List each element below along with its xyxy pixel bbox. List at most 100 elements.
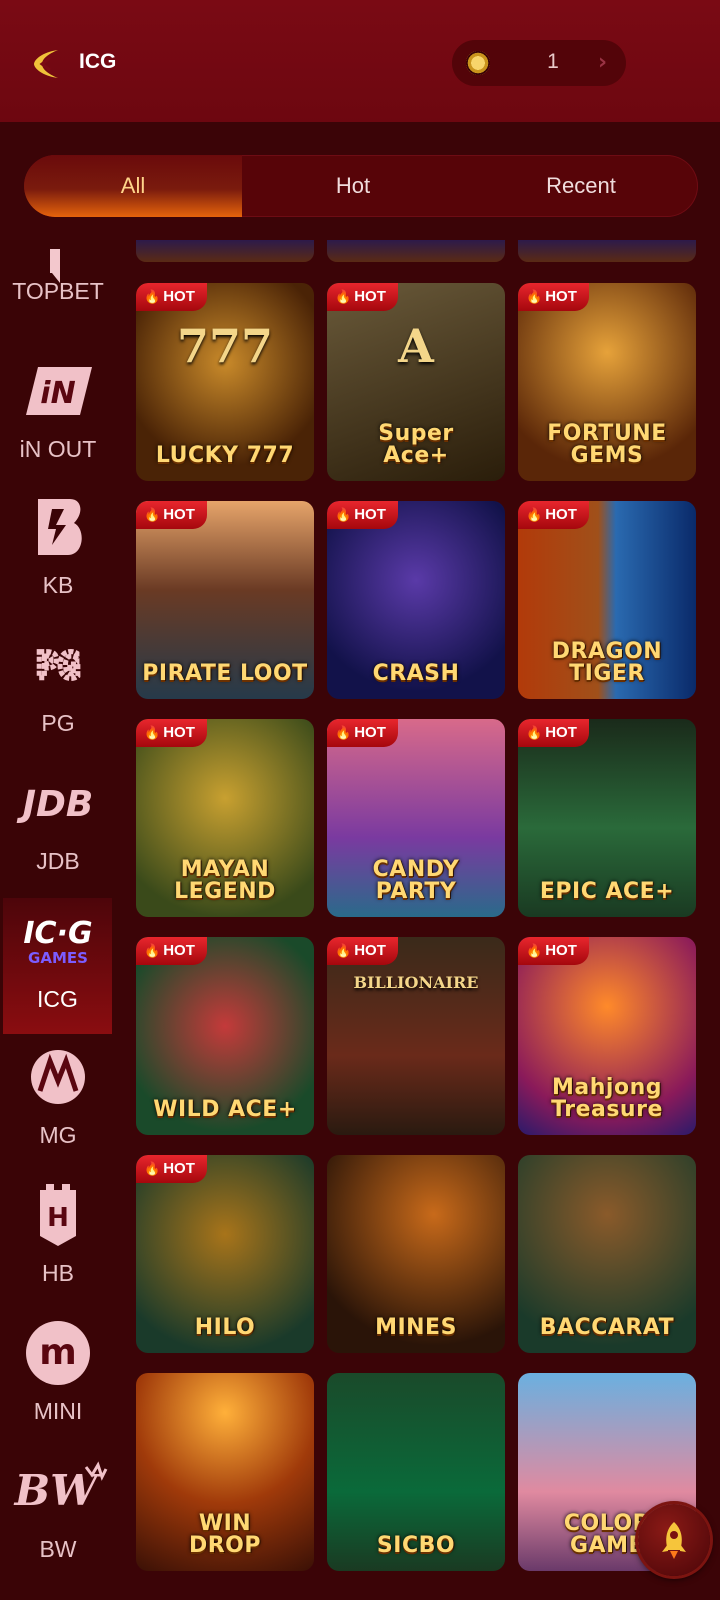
kb-logo-icon	[0, 490, 116, 564]
hot-badge: 🔥 HOT	[136, 1155, 207, 1183]
provider-label: ICG	[37, 986, 78, 1012]
game-title: MAYAN LEGEND	[174, 857, 276, 904]
back-arrow-icon	[34, 50, 58, 78]
hot-label: HOT	[545, 506, 577, 523]
jdb-logo-icon: JDB	[0, 766, 116, 840]
game-card[interactable]: EPIC ACE+ 🔥 HOT	[518, 719, 696, 917]
flame-icon: 🔥	[335, 943, 352, 958]
svg-text:JDB: JDB	[17, 784, 94, 825]
game-card-partial[interactable]	[518, 240, 696, 262]
provider-bw[interactable]: BW BW	[0, 1448, 116, 1584]
game-title: FORTUNE GEMS	[547, 421, 667, 468]
svg-text:PG: PG	[36, 646, 79, 687]
flame-icon: 🔥	[144, 289, 161, 304]
game-card-partial[interactable]	[136, 240, 314, 262]
svg-text:GAMES: GAMES	[28, 949, 88, 967]
flame-icon: 🔥	[526, 289, 543, 304]
provider-inout[interactable]: iN iN OUT	[0, 348, 116, 484]
provider-label: KB	[42, 572, 74, 598]
top-bar: ICG 1 ›	[0, 0, 720, 122]
flame-icon: 🔥	[526, 943, 543, 958]
game-card[interactable]: CRASH 🔥 HOT	[327, 501, 505, 699]
game-title: WIN DROP	[188, 1511, 262, 1558]
rocket-icon	[662, 1522, 686, 1559]
game-card[interactable]: Mahjong Treasure 🔥 HOT	[518, 937, 696, 1135]
coin-icon	[466, 51, 490, 75]
provider-mg[interactable]: MG	[0, 1034, 116, 1170]
provider-mini[interactable]: m MINI	[0, 1310, 116, 1446]
game-card[interactable]: DRAGON TIGER 🔥 HOT	[518, 501, 696, 699]
icg-logo-icon: IC·G GAMES	[3, 904, 112, 978]
svg-text:IC·G: IC·G	[23, 916, 92, 951]
game-card[interactable]: MAYAN LEGEND 🔥 HOT	[136, 719, 314, 917]
provider-label: BW	[39, 1536, 77, 1562]
category-tabs: All Hot Recent	[24, 155, 698, 217]
game-thumbnail	[327, 937, 505, 1135]
game-card[interactable]: WILD ACE+ 🔥 HOT	[136, 937, 314, 1135]
provider-label: HB	[42, 1260, 74, 1286]
game-card[interactable]: BACCARAT	[518, 1155, 696, 1353]
provider-jdb[interactable]: JDB JDB	[0, 760, 116, 896]
game-title: CRASH	[372, 661, 460, 686]
flame-icon: 🔥	[144, 1161, 161, 1176]
game-card[interactable]: FORTUNE GEMS 🔥 HOT	[518, 283, 696, 481]
page-title: ICG	[79, 50, 117, 73]
hot-label: HOT	[354, 288, 386, 305]
provider-kb[interactable]: KB	[0, 484, 116, 620]
provider-sidebar: TOPBET iN iN OUT KB PG PG JDB JDB IC·G G…	[0, 240, 120, 1600]
game-title: BACCARAT	[539, 1315, 675, 1340]
tab-all[interactable]: All	[24, 155, 242, 217]
tab-recent[interactable]: Recent	[464, 155, 698, 217]
hot-label: HOT	[545, 288, 577, 305]
svg-text:m: m	[39, 1332, 77, 1373]
provider-label: MINI	[33, 1398, 83, 1424]
hot-badge: 🔥 HOT	[518, 283, 589, 311]
provider-icg[interactable]: IC·G GAMES ICG	[3, 898, 112, 1034]
hot-badge: 🔥 HOT	[136, 501, 207, 529]
game-card-partial[interactable]	[327, 240, 505, 262]
game-card[interactable]: WIN DROP	[136, 1373, 314, 1571]
game-title: Mahjong Treasure	[551, 1075, 663, 1122]
provider-label: iN OUT	[19, 436, 97, 462]
hot-label: HOT	[163, 1160, 195, 1177]
hb-logo-icon: H	[0, 1178, 116, 1252]
hot-badge: 🔥 HOT	[327, 283, 398, 311]
chevron-right-icon[interactable]: ›	[598, 50, 607, 75]
game-title: LUCKY 777	[155, 443, 295, 468]
provider-hb[interactable]: H HB	[0, 1172, 116, 1308]
hot-label: HOT	[163, 724, 195, 741]
flame-icon: 🔥	[144, 507, 161, 522]
game-card[interactable]: CANDY PARTY 🔥 HOT	[327, 719, 505, 917]
game-card[interactable]: PIRATE LOOT 🔥 HOT	[136, 501, 314, 699]
mg-logo-icon	[0, 1040, 116, 1114]
hot-label: HOT	[545, 942, 577, 959]
tab-hot[interactable]: Hot	[242, 155, 464, 217]
game-art-text: BILLIONAIRE	[353, 973, 479, 992]
game-card[interactable]: SICBO	[327, 1373, 505, 1571]
game-grid: 777 LUCKY 777 🔥 HOT A Super Ace+ 🔥 HOT FORTUNE G…	[136, 240, 698, 1600]
game-card[interactable]: BILLIONAIRE 🔥 HOT	[327, 937, 505, 1135]
game-title: SICBO	[376, 1533, 456, 1558]
game-card[interactable]: MINES	[327, 1155, 505, 1353]
hot-label: HOT	[354, 942, 386, 959]
app-root: ICG 1 › All Hot Recent TOPBET iN iN OUT	[0, 0, 720, 1600]
hot-badge: 🔥 HOT	[136, 283, 207, 311]
flame-icon: 🔥	[335, 289, 352, 304]
flame-icon: 🔥	[144, 725, 161, 740]
bw-logo-icon: BW	[0, 1454, 116, 1528]
game-card[interactable]: 777 LUCKY 777 🔥 HOT	[136, 283, 314, 481]
hot-label: HOT	[163, 506, 195, 523]
hot-label: HOT	[354, 724, 386, 741]
hot-label: HOT	[163, 288, 195, 305]
game-title: PIRATE LOOT	[142, 661, 308, 686]
game-title: HILO	[194, 1315, 256, 1340]
balance-pill[interactable]: 1 ›	[452, 40, 626, 86]
game-card[interactable]: A Super Ace+ 🔥 HOT	[327, 283, 505, 481]
provider-pg[interactable]: PG PG	[0, 622, 116, 758]
game-art-text: A	[398, 319, 434, 373]
game-card[interactable]: HILO 🔥 HOT	[136, 1155, 314, 1353]
flame-icon: 🔥	[335, 725, 352, 740]
rocket-float-button[interactable]	[638, 1504, 710, 1576]
game-title: MINES	[375, 1315, 457, 1340]
back-button[interactable]	[28, 44, 68, 84]
